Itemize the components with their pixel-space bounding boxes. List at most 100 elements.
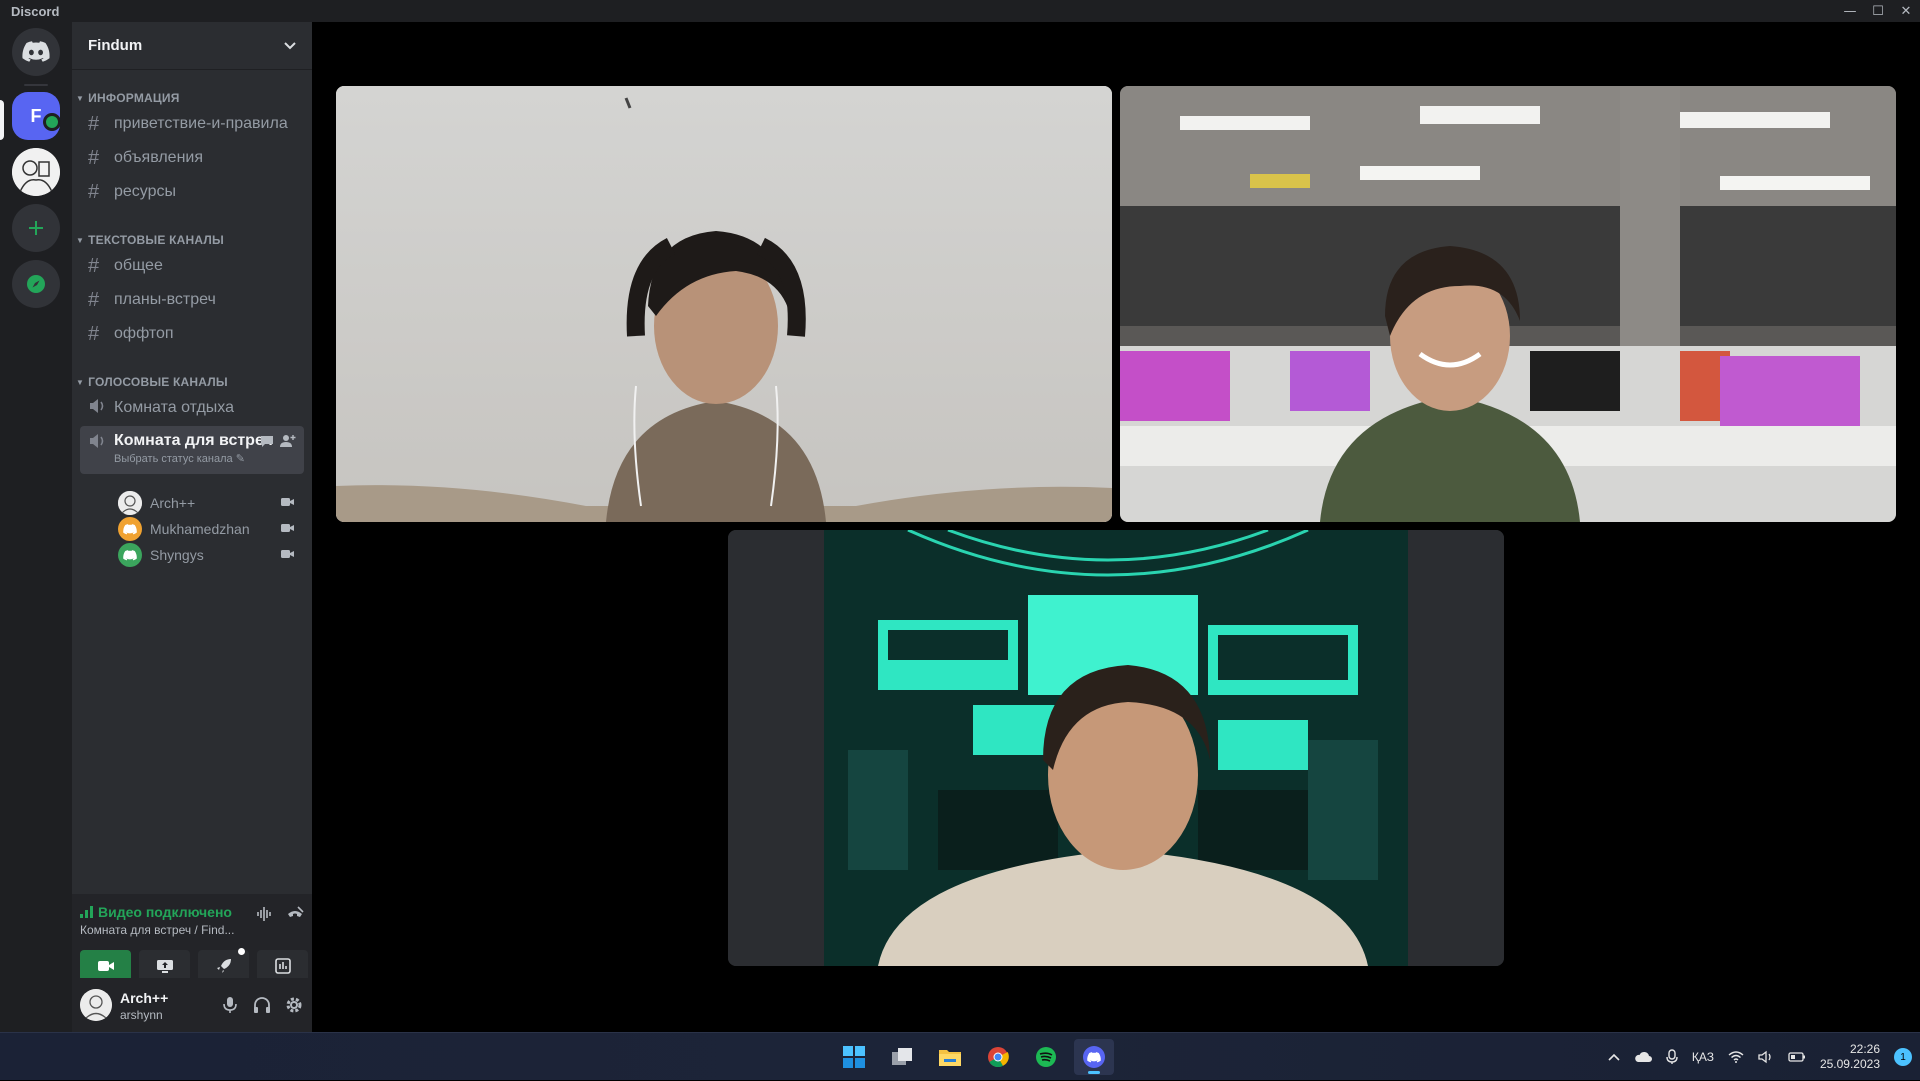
discord-icon [1083, 1046, 1105, 1068]
chevron-up-icon[interactable] [1608, 1053, 1620, 1061]
video-tile-participant-3[interactable] [728, 530, 1504, 966]
set-channel-status[interactable]: Выбрать статус канала ✎ [114, 452, 245, 465]
video-tile-participant-1[interactable] [336, 86, 1112, 522]
voice-user-name: Mukhamedzhan [150, 521, 250, 537]
voice-user-name: Shyngys [150, 547, 204, 563]
chevron-down-icon: ▼ [76, 93, 85, 103]
notification-badge[interactable]: 1 [1894, 1048, 1912, 1066]
headphones-icon[interactable] [252, 995, 272, 1015]
server-sketch[interactable] [12, 148, 60, 196]
plus-icon [29, 221, 43, 235]
hash-icon: # [88, 146, 100, 169]
voice-user-name: Arch++ [150, 495, 196, 511]
channel-label: общее [114, 257, 163, 274]
minimize-button[interactable]: — [1836, 0, 1864, 22]
input-language[interactable]: ҚАЗ [1692, 1050, 1714, 1064]
windows-logo-icon [843, 1046, 865, 1068]
task-view-icon [892, 1048, 912, 1065]
voice-status-text: Видео подключено [98, 904, 232, 920]
microphone-icon[interactable] [220, 995, 240, 1015]
file-explorer-button[interactable] [930, 1039, 970, 1075]
guild-header[interactable]: Findum [72, 22, 312, 70]
hash-icon: # [88, 288, 100, 311]
disconnect-icon[interactable] [286, 906, 304, 922]
channel-welcome[interactable]: # приветствие-и-правила [80, 108, 304, 140]
avatar [118, 543, 142, 567]
start-button[interactable] [834, 1039, 874, 1075]
battery-icon[interactable] [1788, 1051, 1806, 1063]
video-stage [312, 22, 1920, 1032]
speaker-icon [88, 432, 114, 455]
voice-user-shyngys[interactable]: Shyngys [112, 540, 304, 570]
camera-icon [281, 524, 294, 532]
video-tile-participant-2[interactable] [1120, 86, 1896, 522]
channel-resources[interactable]: # ресурсы [80, 176, 304, 208]
camera-icon [281, 550, 294, 558]
chevron-down-icon: ▼ [76, 235, 85, 245]
chevron-down-icon: ▼ [76, 377, 85, 387]
maximize-button[interactable]: ☐ [1864, 0, 1892, 22]
voice-panel-icons [256, 906, 304, 922]
channel-label: объявления [114, 149, 203, 166]
settings-gear-icon[interactable] [284, 995, 304, 1015]
invite-user-icon[interactable] [280, 434, 296, 448]
channel-label: ресурсы [114, 183, 177, 200]
category-voice[interactable]: ▼ ГОЛОСОВЫЕ КАНАЛЫ [76, 375, 228, 389]
active-server-indicator [0, 100, 4, 140]
chrome-icon [988, 1047, 1009, 1068]
microphone-tray-icon[interactable] [1666, 1049, 1678, 1065]
category-label: ГОЛОСОВЫЕ КАНАЛЫ [88, 375, 228, 389]
webcam-feed-white-wall [336, 86, 1112, 522]
voice-channel-link[interactable]: Комната для встреч / Find... [80, 923, 234, 937]
close-button[interactable]: ✕ [1892, 0, 1920, 22]
voice-channel-lounge[interactable]: Комната отдыха [80, 392, 304, 424]
voice-status[interactable]: Видео подключено [80, 904, 232, 920]
system-tray: ҚАЗ 22:26 25.09.2023 1 [1608, 1033, 1912, 1081]
title-bar: Discord — ☐ ✕ [0, 0, 1920, 22]
user-panel: Arch++ arshynn [72, 978, 312, 1032]
user-avatar[interactable] [80, 989, 112, 1021]
spotify-icon [1036, 1047, 1056, 1067]
channel-sidebar: Findum ▼ ИНФОРМАЦИЯ # приветствие-и-правил… [72, 22, 312, 1032]
task-view-button[interactable] [882, 1039, 922, 1075]
pencil-icon: ✎ [235, 453, 245, 465]
noise-suppression-icon[interactable] [256, 906, 274, 922]
volume-icon[interactable] [1758, 1050, 1774, 1064]
home-button[interactable] [12, 28, 60, 76]
rocket-icon [216, 959, 231, 973]
channel-offtopic[interactable]: # оффтоп [80, 318, 304, 350]
category-label: ИНФОРМАЦИЯ [88, 91, 180, 105]
server-rail: F [0, 22, 72, 1032]
wifi-icon[interactable] [1728, 1051, 1744, 1063]
channel-announcements[interactable]: # объявления [80, 142, 304, 174]
soundboard-icon [274, 958, 291, 974]
explore-servers-button[interactable] [12, 260, 60, 308]
app-title: Discord [11, 3, 60, 19]
user-display-name: Arch++ [120, 990, 169, 1006]
speaker-icon [88, 397, 114, 420]
webcam-feed-office [1120, 86, 1896, 522]
camera-icon [97, 961, 114, 971]
discord-taskbar-button[interactable] [1074, 1039, 1114, 1075]
category-text[interactable]: ▼ ТЕКСТОВЫЕ КАНАЛЫ [76, 233, 224, 247]
add-server-button[interactable] [12, 204, 60, 252]
channel-label: Комната отдыха [114, 399, 234, 416]
channel-label: Комната для встреч [114, 432, 273, 449]
chat-icon[interactable] [260, 434, 274, 448]
camera-icon [281, 498, 294, 506]
channel-label: оффтоп [114, 325, 174, 342]
cloud-icon[interactable] [1634, 1051, 1652, 1063]
clock[interactable]: 22:26 25.09.2023 [1820, 1042, 1880, 1072]
clock-date: 25.09.2023 [1819, 1057, 1880, 1071]
user-controls [220, 995, 304, 1015]
user-username: arshynn [120, 1008, 163, 1022]
channel-meeting-plans[interactable]: # планы-встреч [80, 284, 304, 316]
chrome-button[interactable] [978, 1039, 1018, 1075]
clock-time: 22:26 [1849, 1042, 1880, 1056]
channel-general[interactable]: # общее [80, 250, 304, 282]
spotify-button[interactable] [1026, 1039, 1066, 1075]
sketch-server-icon [12, 148, 60, 196]
category-info[interactable]: ▼ ИНФОРМАЦИЯ [76, 91, 180, 105]
voice-channel-meeting-room[interactable]: Комната для встреч Выбрать статус канала… [80, 426, 304, 474]
window-controls: — ☐ ✕ [1836, 0, 1920, 22]
